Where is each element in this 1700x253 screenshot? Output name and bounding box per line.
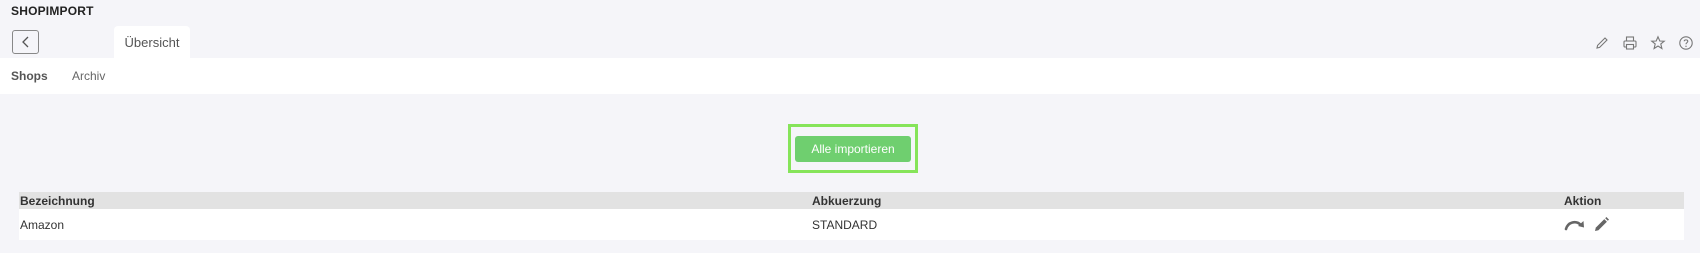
help-button[interactable]	[1672, 34, 1700, 52]
back-button[interactable]	[12, 30, 39, 54]
table-header: Bezeichnung Abkuerzung Aktion	[19, 192, 1684, 209]
redo-arrow-icon	[1564, 220, 1584, 231]
edit-row-button[interactable]	[1590, 216, 1612, 234]
column-header-abkuerzung: Abkuerzung	[812, 194, 882, 208]
column-header-bezeichnung: Bezeichnung	[20, 194, 95, 208]
chevron-left-icon	[21, 36, 28, 48]
row-actions	[1564, 216, 1612, 234]
print-button[interactable]	[1616, 34, 1644, 52]
column-header-aktion: Aktion	[1564, 194, 1602, 208]
cell-bezeichnung: Amazon	[20, 218, 65, 232]
pencil-icon	[1596, 37, 1608, 49]
subnav-item-shops[interactable]: Shops	[11, 69, 48, 83]
help-icon	[1679, 36, 1693, 50]
pencil-icon	[1595, 217, 1609, 231]
import-all-highlight: Alle importieren	[788, 124, 918, 173]
app-title: SHOPIMPORT	[11, 4, 94, 18]
favorite-button[interactable]	[1644, 34, 1672, 52]
edit-button[interactable]	[1588, 34, 1616, 52]
tab-uebersicht[interactable]: Übersicht	[114, 26, 190, 58]
subnav: Shops Archiv	[0, 58, 1700, 94]
subnav-item-archiv[interactable]: Archiv	[72, 69, 105, 83]
table-row: Amazon STANDARD	[19, 209, 1684, 240]
printer-icon	[1623, 36, 1637, 50]
import-row-button[interactable]	[1564, 216, 1586, 234]
star-icon	[1650, 35, 1666, 50]
import-all-button[interactable]: Alle importieren	[795, 135, 911, 162]
toolbar	[1588, 34, 1700, 52]
cell-abkuerzung: STANDARD	[812, 218, 878, 232]
shops-table: Bezeichnung Abkuerzung Aktion Amazon STA…	[19, 192, 1684, 240]
